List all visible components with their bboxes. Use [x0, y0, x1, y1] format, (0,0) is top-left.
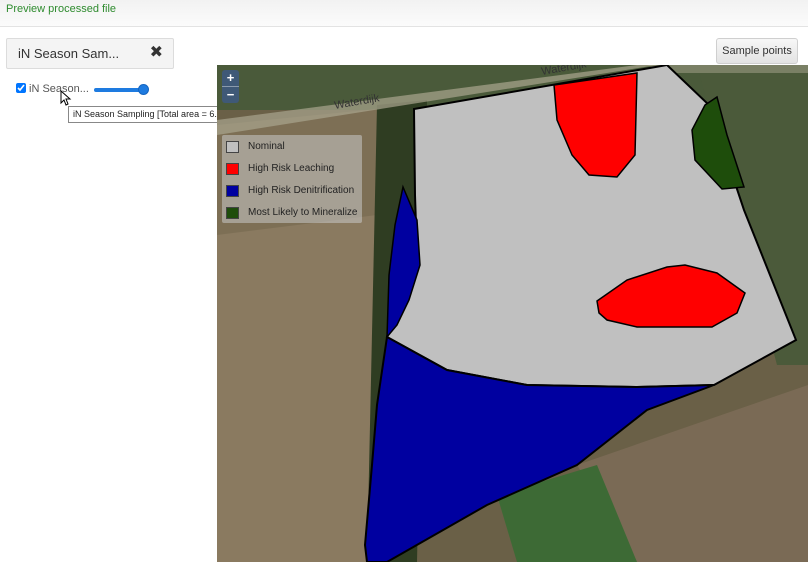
zoom-in-button[interactable]: + — [222, 70, 239, 86]
layer-opacity-slider-thumb[interactable] — [138, 84, 149, 95]
legend-swatch — [226, 185, 239, 197]
legend-label: High Risk Leaching — [248, 163, 335, 174]
layer-title: iN Season Sam... — [18, 46, 120, 61]
preview-processed-file-link[interactable]: Preview processed file — [6, 3, 116, 15]
map-view[interactable]: Waterdijk Waterdijk + − Nominal High Ris… — [217, 65, 808, 562]
legend-swatch — [226, 207, 239, 219]
layer-name-label: iN Season... — [29, 83, 89, 95]
legend-label: High Risk Denitrification — [248, 185, 355, 196]
layer-visibility-checkbox[interactable] — [16, 83, 26, 93]
legend-swatch — [226, 141, 239, 153]
map-legend: Nominal High Risk Leaching High Risk Den… — [222, 135, 362, 223]
legend-label: Nominal — [248, 141, 285, 152]
layer-header: iN Season Sam... ✖ — [6, 38, 174, 69]
top-bar: Preview processed file — [0, 0, 808, 27]
legend-swatch — [226, 163, 239, 175]
zoom-control: + − — [222, 70, 239, 103]
sample-points-button[interactable]: Sample points — [716, 38, 798, 64]
legend-label: Most Likely to Mineralize — [248, 207, 358, 218]
close-icon[interactable]: ✖ — [150, 45, 163, 61]
zoom-out-button[interactable]: − — [222, 86, 239, 103]
mouse-pointer-icon — [60, 90, 72, 106]
